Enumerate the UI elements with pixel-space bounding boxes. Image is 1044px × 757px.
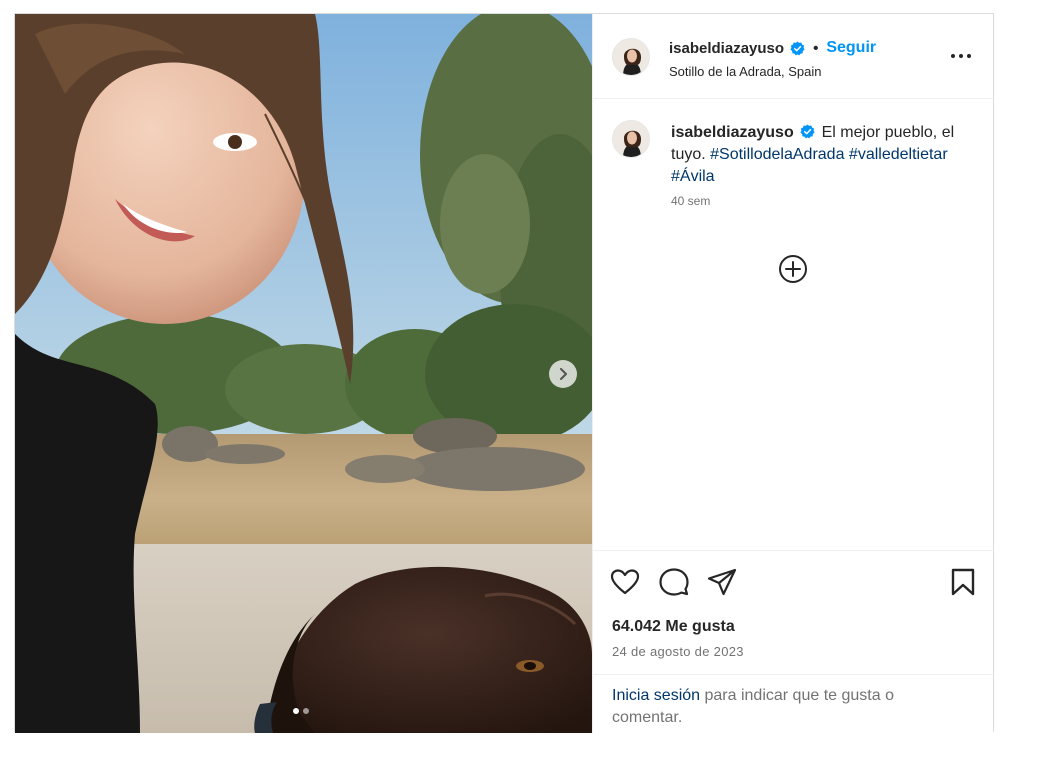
caption-text: isabeldiazayuso El mejor pueblo, el tuyo… <box>671 122 971 188</box>
post-date[interactable]: 24 de agosto de 2023 <box>612 644 744 659</box>
carousel-indicator <box>293 708 309 714</box>
header-user-row: isabeldiazayuso • Seguir <box>669 39 876 57</box>
hashtag-link[interactable]: #Ávila <box>671 168 715 185</box>
more-options-icon[interactable] <box>948 46 974 66</box>
avatar[interactable] <box>612 120 650 158</box>
caption-timestamp[interactable]: 40 sem <box>671 194 710 208</box>
separator-dot: • <box>813 39 819 57</box>
likes-count[interactable]: 64.042 Me gusta <box>612 618 735 636</box>
hashtag-link[interactable]: #valledeltietar <box>849 146 948 163</box>
post-header: isabeldiazayuso • Seguir Sotillo de la A… <box>593 14 995 99</box>
avatar-image <box>613 121 649 157</box>
heart-icon[interactable] <box>610 567 640 597</box>
carousel-dot <box>303 708 309 714</box>
hashtag-link[interactable]: #SotillodelaAdrada <box>710 146 844 163</box>
post-side-panel: isabeldiazayuso • Seguir Sotillo de la A… <box>592 14 995 733</box>
username-link[interactable]: isabeldiazayuso <box>669 40 784 57</box>
actions-divider <box>593 550 995 551</box>
add-circle-icon[interactable] <box>778 254 808 284</box>
chevron-right-icon <box>560 368 567 380</box>
avatar-image <box>613 39 649 75</box>
post-media[interactable] <box>15 14 592 733</box>
verified-badge-icon <box>790 40 805 55</box>
carousel-next-button[interactable] <box>549 360 577 388</box>
paper-plane-icon[interactable] <box>707 567 737 597</box>
post-photo <box>15 14 592 733</box>
bookmark-icon[interactable] <box>948 567 978 597</box>
caption-username[interactable]: isabeldiazayuso <box>671 124 794 141</box>
login-link[interactable]: Inicia sesión <box>612 687 700 704</box>
avatar[interactable] <box>612 38 650 76</box>
login-prompt: Inicia sesión para indicar que te gusta … <box>612 685 942 729</box>
follow-button[interactable]: Seguir <box>826 39 876 57</box>
location-link[interactable]: Sotillo de la Adrada, Spain <box>669 64 822 79</box>
login-divider <box>593 674 995 675</box>
instagram-post: isabeldiazayuso • Seguir Sotillo de la A… <box>14 13 995 733</box>
carousel-dot <box>293 708 299 714</box>
comment-bubble-icon[interactable] <box>659 567 689 597</box>
verified-badge-icon <box>800 124 815 139</box>
